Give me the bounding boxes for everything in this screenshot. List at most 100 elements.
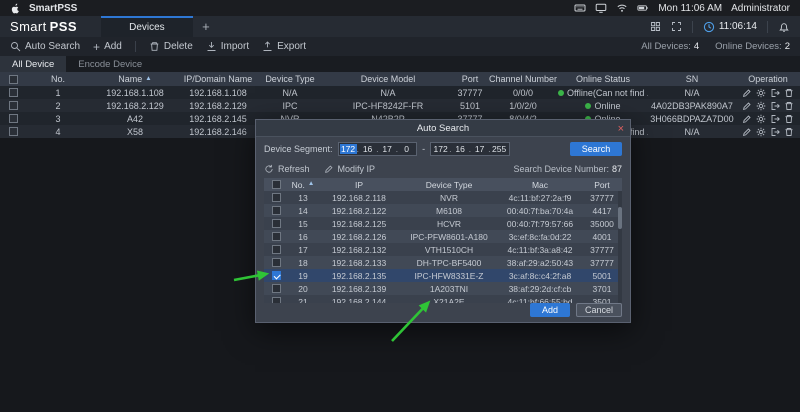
row-checkbox[interactable] [9,114,18,123]
ip-octet[interactable]: 255 [491,144,508,154]
close-icon[interactable]: × [618,120,624,137]
new-tab-button[interactable]: + [193,16,219,37]
delete-icon[interactable] [784,127,794,137]
edit-icon[interactable] [742,101,752,111]
ip-octet[interactable]: 16 [452,144,469,154]
auto-search-button[interactable]: Auto Search [10,41,80,52]
refresh-button[interactable]: Refresh [264,164,310,174]
menubar-clock[interactable]: Mon 11:06 AM [658,3,722,14]
row-checkbox[interactable] [9,88,18,97]
search-row-checkbox[interactable] [272,193,281,202]
column-header[interactable]: Operation [736,72,800,86]
search-result-row[interactable]: 20192.168.2.1391A203TNI38:af:29:2d:cf:cb… [264,282,622,295]
row-checkbox[interactable] [9,127,18,136]
cell-name: X58 [90,125,180,138]
edit-icon[interactable] [742,88,752,98]
search-row-checkbox[interactable] [272,206,281,215]
battery-icon[interactable] [637,2,649,14]
ip-octet[interactable]: 16 [359,144,376,154]
delete-icon[interactable] [784,88,794,98]
search-result-row[interactable]: 19192.168.2.135IPC-HFW8331E-Z3c:af:8c:c4… [264,269,622,282]
search-row-checkbox[interactable] [272,258,281,267]
delete-icon[interactable] [784,101,794,111]
settings-icon[interactable] [756,101,766,111]
column-header[interactable]: Device Type [256,72,324,86]
menubar-app-name[interactable]: SmartPSS [29,3,77,14]
delete-icon[interactable] [784,114,794,124]
search-result-row[interactable]: 17192.168.2.132VTH1510CH4c:11:bf:3a:a8:4… [264,243,622,256]
modal-column-header[interactable]: Port [582,178,622,191]
column-header[interactable]: SN [648,72,736,86]
column-header[interactable]: Channel Number [488,72,558,86]
segment-end-input[interactable]: 172.16.17.255 [430,142,510,156]
search-result-row[interactable]: 15192.168.2.125HCVR00:40:7f:79:57:663500… [264,217,622,230]
wifi-icon[interactable] [616,2,628,14]
device-row[interactable]: 1192.168.1.108192.168.1.108N/AN/A377770/… [0,86,800,99]
cell-operation [736,112,800,125]
search-result-row[interactable]: 18192.168.2.133DH-TPC-BF540038:af:29:a2:… [264,256,622,269]
modal-column-header[interactable]: Device Type [400,178,498,191]
ip-octet[interactable]: 17 [379,144,396,154]
column-header[interactable]: Name▲ [90,72,180,86]
modal-add-button[interactable]: Add [530,303,570,317]
settings-icon[interactable] [756,114,766,124]
modify-ip-button[interactable]: Modify IP [324,164,376,174]
column-header[interactable]: IP/Domain Name [180,72,256,86]
modal-column-header[interactable]: IP [318,178,400,191]
tab-all-device[interactable]: All Device [0,56,66,72]
add-device-button[interactable]: + Add [93,41,122,52]
search-button[interactable]: Search [570,142,622,156]
ip-octet[interactable]: 0 [398,144,415,154]
grid-menu-icon[interactable] [650,21,661,32]
tab-encode-device[interactable]: Encode Device [66,56,154,72]
search-result-row[interactable]: 16192.168.2.126IPC-PFW8601-A1803c:ef:8c:… [264,230,622,243]
row-checkbox[interactable] [9,101,18,110]
scrollbar-thumb[interactable] [618,207,622,229]
device-row[interactable]: 2192.168.2.129192.168.2.129IPCIPC-HF8242… [0,99,800,112]
ip-octet[interactable]: 172 [432,144,449,154]
search-row-checkbox[interactable] [272,297,281,303]
edit-icon[interactable] [742,114,752,124]
column-header[interactable]: No. [26,72,90,86]
scrollbar-track[interactable] [618,191,622,303]
modal-column-header[interactable]: Mac [498,178,582,191]
search-result-row[interactable]: 13192.168.2.118NVR4c:11:bf:27:2a:f937777 [264,191,622,204]
alarm-bell-icon[interactable] [778,21,790,33]
tab-devices[interactable]: Devices [101,16,193,37]
segment-start-input[interactable]: 172.16.17.0 [338,142,418,156]
export-button[interactable]: Export [262,41,306,52]
column-header[interactable]: Port [452,72,488,86]
search-row-checkbox[interactable] [272,245,281,254]
search-result-row[interactable]: 21192.168.2.144X21A2E4c:11:bf:66:55:bd35… [264,295,622,303]
display-icon[interactable] [595,2,607,14]
fullscreen-icon[interactable] [671,21,682,32]
settings-icon[interactable] [756,127,766,137]
search-row-checkbox[interactable] [272,271,281,280]
modal-cancel-button[interactable]: Cancel [576,303,622,317]
search-row-checkbox[interactable] [272,219,281,228]
settings-icon[interactable] [756,88,766,98]
search-row-checkbox[interactable] [272,284,281,293]
search-result-row[interactable]: 14192.168.2.122M610800:40:7f:ba:70:4a441… [264,204,622,217]
import-button[interactable]: Import [206,41,249,52]
menubar-user[interactable]: Administrator [731,3,790,14]
logout-icon[interactable] [770,88,780,98]
delete-device-button[interactable]: Delete [149,41,193,52]
search-row-checkbox[interactable] [272,232,281,241]
ip-octet[interactable]: 17 [471,144,488,154]
column-header[interactable]: Device Model [324,72,452,86]
keyboard-icon[interactable] [574,2,586,14]
logout-icon[interactable] [770,114,780,124]
apple-logo-icon[interactable] [10,3,21,14]
dialog-titlebar[interactable]: Auto Search × [256,120,630,137]
cell-no: 18 [288,256,318,269]
column-header[interactable]: Online Status [558,72,648,86]
edit-icon[interactable] [742,127,752,137]
logout-icon[interactable] [770,127,780,137]
select-all-checkbox[interactable] [9,75,18,84]
logout-icon[interactable] [770,101,780,111]
ip-octet[interactable]: 172 [340,144,357,154]
modal-select-all-checkbox[interactable] [272,180,281,189]
cell-sn: 4A02DB3PAK890A7 [648,99,736,112]
modal-column-header[interactable]: No.▲ [288,178,318,191]
